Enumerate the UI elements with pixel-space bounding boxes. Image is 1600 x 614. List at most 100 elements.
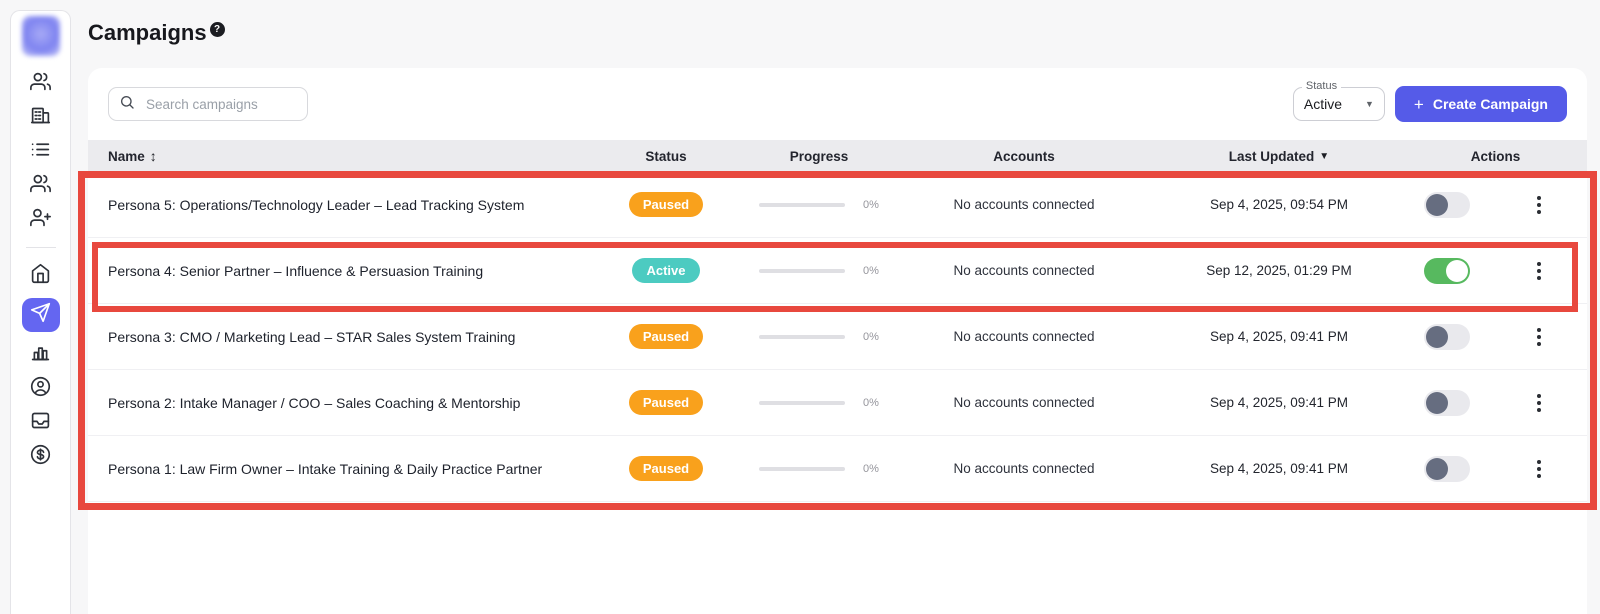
sidebar xyxy=(10,10,71,614)
sidebar-item-analytics[interactable] xyxy=(22,343,60,366)
progress-percent: 0% xyxy=(863,199,879,211)
toggle-knob xyxy=(1446,260,1468,282)
column-header-accounts[interactable]: Accounts xyxy=(894,149,1154,164)
progress-percent: 0% xyxy=(863,331,879,343)
kebab-menu-icon[interactable] xyxy=(1532,328,1546,346)
toggle-knob xyxy=(1426,194,1448,216)
progress-bar xyxy=(759,269,845,273)
status-filter-select[interactable]: Status Active ▼ xyxy=(1293,87,1385,121)
sidebar-item-add-user[interactable] xyxy=(22,208,60,231)
bar-chart-icon xyxy=(30,342,51,368)
progress-bar xyxy=(759,467,845,471)
plus-icon: + xyxy=(1414,96,1424,113)
campaign-name: Persona 2: Intake Manager / COO – Sales … xyxy=(88,395,588,411)
sidebar-item-contacts[interactable] xyxy=(22,174,60,197)
help-icon[interactable]: ? xyxy=(210,22,225,37)
table-row[interactable]: Persona 3: CMO / Marketing Lead – STAR S… xyxy=(88,304,1587,370)
table-body: Persona 5: Operations/Technology Leader … xyxy=(88,172,1587,502)
progress-bar xyxy=(759,335,845,339)
accounts-status: No accounts connected xyxy=(894,197,1154,212)
campaign-name: Persona 3: CMO / Marketing Lead – STAR S… xyxy=(88,329,588,345)
progress-percent: 0% xyxy=(863,463,879,475)
page-title: Campaigns xyxy=(88,20,207,46)
campaign-toggle[interactable] xyxy=(1424,456,1470,482)
search-input[interactable] xyxy=(144,96,297,113)
sidebar-item-inbox[interactable] xyxy=(22,411,60,434)
team-icon xyxy=(30,71,51,97)
user-circle-icon xyxy=(30,376,51,402)
campaign-toggle[interactable] xyxy=(1424,192,1470,218)
campaign-toggle[interactable] xyxy=(1424,390,1470,416)
status-filter-label: Status xyxy=(1302,80,1341,92)
dollar-icon xyxy=(30,444,51,470)
campaign-name: Persona 4: Senior Partner – Influence & … xyxy=(88,263,588,279)
last-updated: Sep 4, 2025, 09:54 PM xyxy=(1154,197,1404,212)
status-badge: Paused xyxy=(629,456,703,481)
kebab-menu-icon[interactable] xyxy=(1532,460,1546,478)
last-updated: Sep 4, 2025, 09:41 PM xyxy=(1154,329,1404,344)
campaign-toggle[interactable] xyxy=(1424,258,1470,284)
create-campaign-button[interactable]: + Create Campaign xyxy=(1395,86,1567,122)
accounts-status: No accounts connected xyxy=(894,395,1154,410)
contacts-icon xyxy=(30,173,51,199)
accounts-status: No accounts connected xyxy=(894,461,1154,476)
toggle-knob xyxy=(1426,392,1448,414)
toggle-knob xyxy=(1426,458,1448,480)
kebab-menu-icon[interactable] xyxy=(1532,262,1546,280)
accounts-status: No accounts connected xyxy=(894,263,1154,278)
sidebar-item-lists[interactable] xyxy=(22,140,60,163)
last-updated: Sep 4, 2025, 09:41 PM xyxy=(1154,395,1404,410)
create-campaign-label: Create Campaign xyxy=(1433,96,1548,112)
progress-bar xyxy=(759,401,845,405)
list-icon xyxy=(30,139,51,165)
campaign-toggle[interactable] xyxy=(1424,324,1470,350)
send-icon xyxy=(30,302,51,328)
kebab-menu-icon[interactable] xyxy=(1532,196,1546,214)
column-header-status[interactable]: Status xyxy=(588,149,744,164)
inbox-icon xyxy=(30,410,51,436)
status-filter-value: Active xyxy=(1304,96,1342,112)
app-logo xyxy=(22,16,60,56)
column-header-name[interactable]: Name ↕ xyxy=(88,148,588,164)
last-updated: Sep 4, 2025, 09:41 PM xyxy=(1154,461,1404,476)
column-header-progress[interactable]: Progress xyxy=(744,149,894,164)
search-box[interactable] xyxy=(108,87,308,121)
toolbar-right: Status Active ▼ + Create Campaign xyxy=(1293,86,1567,122)
table-row[interactable]: Persona 4: Senior Partner – Influence & … xyxy=(88,238,1587,304)
toggle-knob xyxy=(1426,326,1448,348)
status-badge: Paused xyxy=(629,390,703,415)
table-row[interactable]: Persona 2: Intake Manager / COO – Sales … xyxy=(88,370,1587,436)
sidebar-divider xyxy=(26,247,56,248)
campaign-name: Persona 5: Operations/Technology Leader … xyxy=(88,197,588,213)
accounts-status: No accounts connected xyxy=(894,329,1154,344)
table-header: Name ↕ Status Progress Accounts Last Upd… xyxy=(88,140,1587,172)
progress-bar xyxy=(759,203,845,207)
sidebar-item-billing[interactable] xyxy=(22,445,60,468)
column-header-actions: Actions xyxy=(1404,149,1587,164)
home-icon xyxy=(30,263,51,289)
status-badge: Paused xyxy=(629,324,703,349)
sort-desc-icon: ▼ xyxy=(1319,151,1329,162)
company-icon xyxy=(30,105,51,131)
column-header-last-updated[interactable]: Last Updated ▼ xyxy=(1154,149,1404,164)
sidebar-item-account[interactable] xyxy=(22,377,60,400)
search-icon xyxy=(119,94,135,115)
sidebar-item-campaigns[interactable] xyxy=(22,298,60,332)
table-row[interactable]: Persona 1: Law Firm Owner – Intake Train… xyxy=(88,436,1587,502)
last-updated: Sep 12, 2025, 01:29 PM xyxy=(1154,263,1404,278)
sidebar-item-company[interactable] xyxy=(22,106,60,129)
sort-updown-icon[interactable]: ↕ xyxy=(150,148,157,164)
chevron-down-icon: ▼ xyxy=(1365,99,1374,109)
sidebar-item-home[interactable] xyxy=(22,264,60,287)
sidebar-nav xyxy=(22,72,60,468)
campaigns-toolbar: Status Active ▼ + Create Campaign xyxy=(88,68,1587,140)
add-user-icon xyxy=(30,207,51,233)
campaigns-card: Status Active ▼ + Create Campaign Name ↕… xyxy=(88,68,1587,614)
kebab-menu-icon[interactable] xyxy=(1532,394,1546,412)
status-badge: Paused xyxy=(629,192,703,217)
status-badge: Active xyxy=(632,258,699,283)
sidebar-item-team[interactable] xyxy=(22,72,60,95)
page-header: Campaigns ? xyxy=(88,20,225,46)
table-row[interactable]: Persona 5: Operations/Technology Leader … xyxy=(88,172,1587,238)
progress-percent: 0% xyxy=(863,265,879,277)
